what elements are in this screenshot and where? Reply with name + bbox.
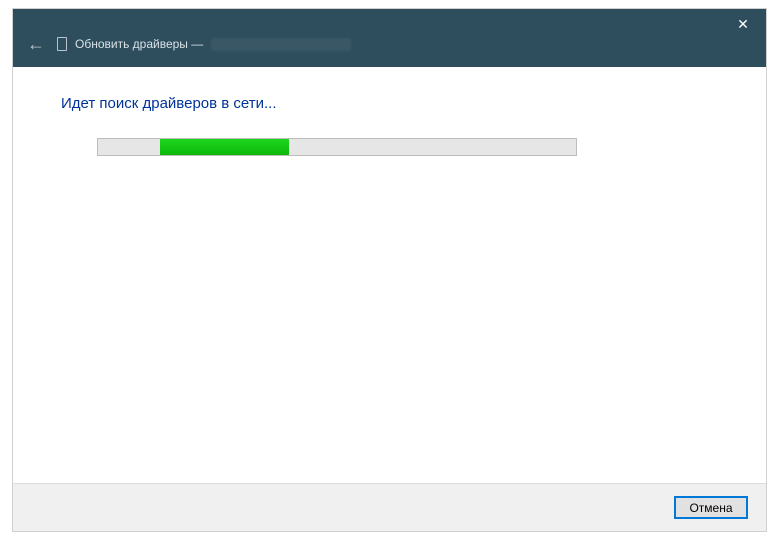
progress-bar <box>97 138 577 156</box>
back-arrow-icon[interactable]: ← <box>27 34 45 55</box>
content-area: Идет поиск драйверов в сети... <box>13 67 766 483</box>
title-prefix: Обновить драйверы — <box>75 37 203 51</box>
close-button[interactable]: ✕ <box>720 9 766 39</box>
cancel-button[interactable]: Отмена <box>674 496 748 519</box>
close-icon: ✕ <box>737 16 749 33</box>
status-heading: Идет поиск драйверов в сети... <box>61 95 718 112</box>
window-title: Обновить драйверы — <box>75 37 351 51</box>
title-device-name-blurred <box>211 38 351 51</box>
progress-chunk <box>160 139 289 155</box>
titlebar: ← Обновить драйверы — ✕ <box>13 9 766 67</box>
footer: Отмена <box>13 483 766 531</box>
device-icon <box>57 37 67 51</box>
wizard-window: ← Обновить драйверы — ✕ Идет поиск драйв… <box>12 8 767 532</box>
